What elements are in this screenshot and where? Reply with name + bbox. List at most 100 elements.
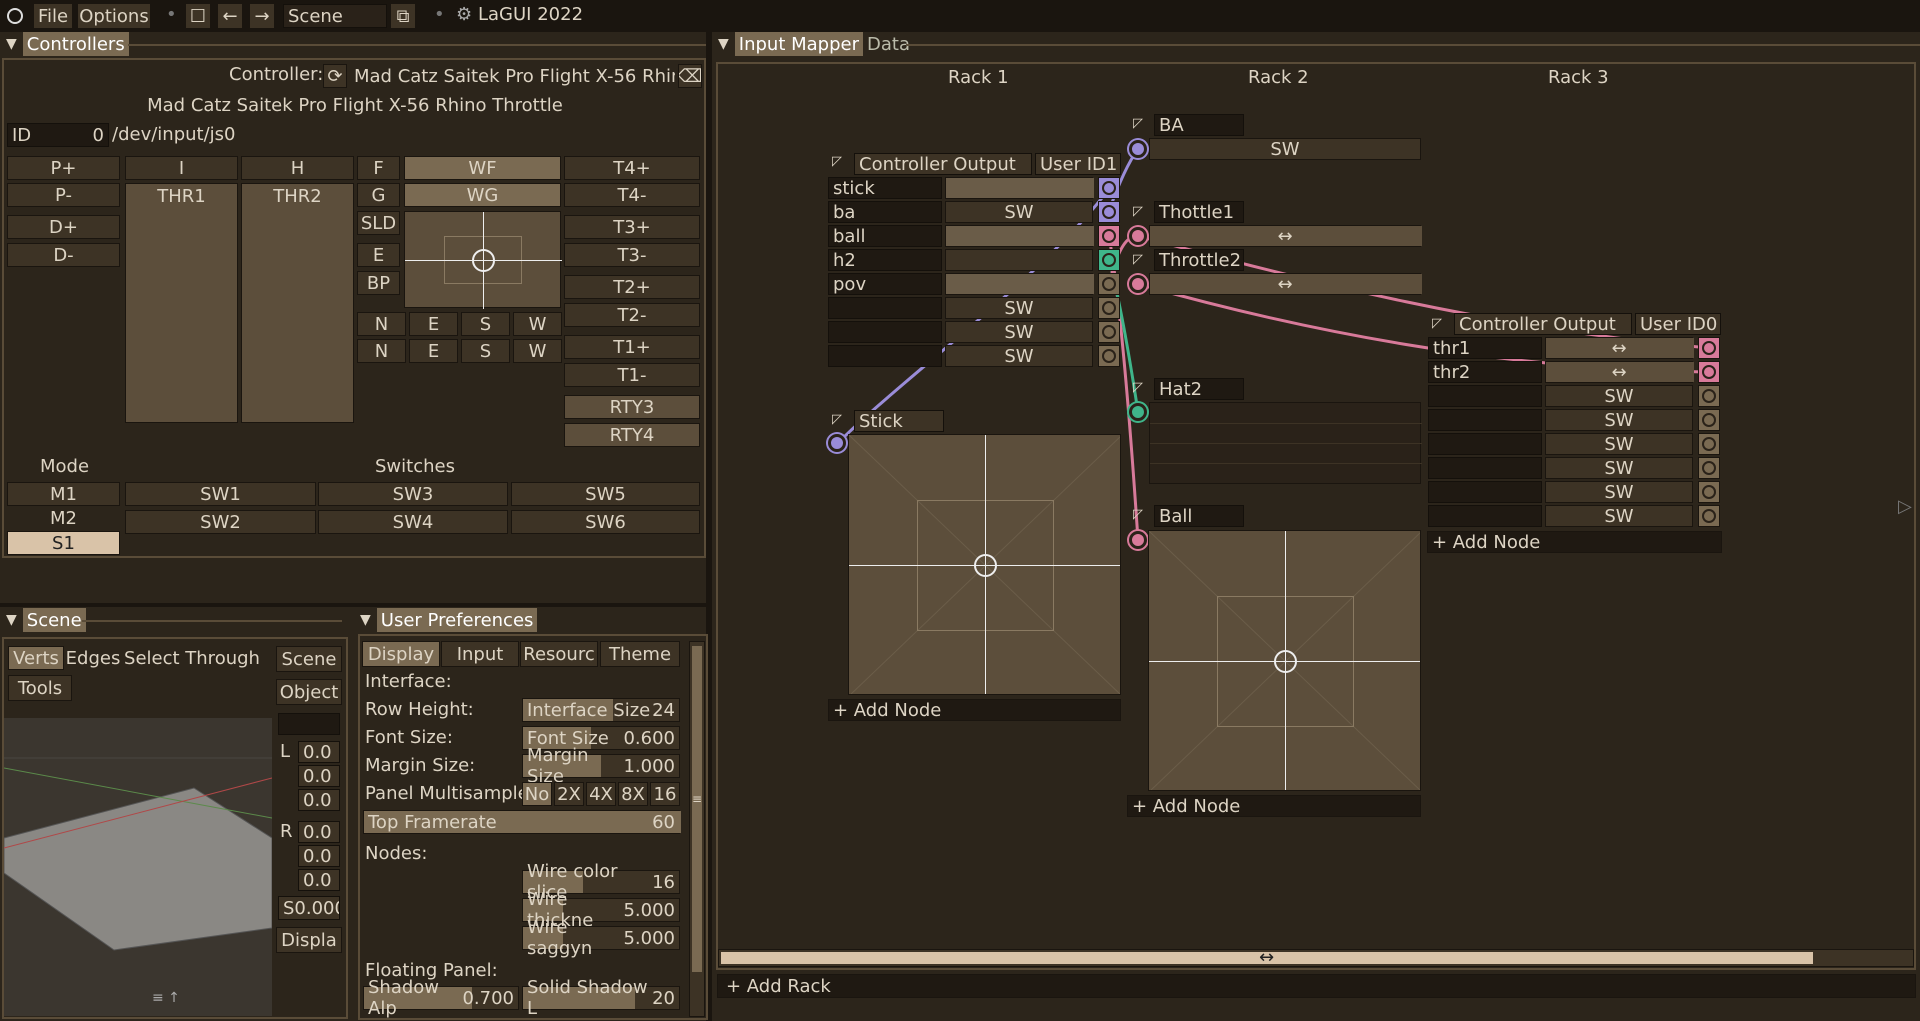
rack3-row-empty2[interactable] <box>1428 409 1542 431</box>
loc-y[interactable]: 0.0 <box>298 765 340 787</box>
sw6-button[interactable]: SW6 <box>511 510 700 534</box>
throttle2-input-socket[interactable] <box>1129 275 1147 293</box>
rot-y[interactable]: 0.0 <box>298 845 340 867</box>
hat1-e[interactable]: E <box>409 312 458 336</box>
socket-empty1-out[interactable] <box>1098 297 1120 319</box>
rack3-row-empty6[interactable] <box>1428 505 1542 527</box>
d-minus-button[interactable]: D- <box>7 243 120 267</box>
t3-plus-button[interactable]: T3+ <box>564 215 700 239</box>
rack1-row-empty2[interactable] <box>828 321 942 343</box>
hat2-e[interactable]: E <box>409 339 458 363</box>
ba-input-socket[interactable] <box>1129 140 1147 158</box>
collapse-node-icon[interactable]: ◸ <box>1133 204 1143 219</box>
multisample-8x[interactable]: 8X <box>618 782 648 806</box>
viewport-menu-icon[interactable]: ≡ ↑ <box>152 990 180 1006</box>
ball-input-socket[interactable] <box>1129 531 1147 549</box>
e-button[interactable]: E <box>357 243 400 267</box>
p-minus-button[interactable]: P- <box>7 183 120 207</box>
rty3-axis[interactable]: RTY3 <box>564 395 700 419</box>
socket-pov-out[interactable] <box>1098 273 1120 295</box>
mode-m2[interactable]: M2 <box>7 506 120 530</box>
socket-r3-empty4[interactable] <box>1698 457 1720 479</box>
t4-minus-button[interactable]: T4- <box>564 183 700 207</box>
tools-button[interactable]: Tools <box>8 675 72 701</box>
collapse-node-icon[interactable]: ◸ <box>1133 252 1143 267</box>
multisample-4x[interactable]: 4X <box>586 782 616 806</box>
collapse-arrow-icon[interactable]: ▼ <box>0 612 23 628</box>
wire-sagginess-slider[interactable]: Wire saggyn 5.000 <box>522 917 680 959</box>
display-button[interactable]: Displa <box>276 927 342 953</box>
rack1-row-empty3[interactable] <box>828 345 942 367</box>
collapse-node-icon[interactable]: ◸ <box>832 412 842 427</box>
verts-tab[interactable]: Verts <box>8 646 64 670</box>
hat2-w[interactable]: W <box>513 339 562 363</box>
t4-plus-button[interactable]: T4+ <box>564 156 700 180</box>
socket-stick-out[interactable] <box>1098 177 1120 199</box>
back-arrow-icon[interactable]: ← <box>217 3 243 29</box>
h-button[interactable]: H <box>241 156 354 180</box>
collapse-node-icon[interactable]: ◸ <box>1133 507 1143 522</box>
scene-selector[interactable]: Scene <box>283 4 387 28</box>
rack1-user-id[interactable]: User ID 1 <box>1035 153 1121 175</box>
hat1-s[interactable]: S <box>461 312 510 336</box>
multisample-no[interactable]: No <box>522 782 552 806</box>
sw5-button[interactable]: SW5 <box>511 482 700 506</box>
prefs-scroll-thumb[interactable] <box>692 646 702 972</box>
collapse-node-icon[interactable]: ◸ <box>1432 316 1442 331</box>
socket-r3-empty6[interactable] <box>1698 505 1720 527</box>
options-menu[interactable]: Options <box>77 3 151 29</box>
file-menu[interactable]: File <box>33 3 73 29</box>
collapse-arrow-icon[interactable]: ▼ <box>712 36 735 52</box>
rack1-row-stick[interactable]: stick <box>828 177 942 199</box>
stick-pad[interactable] <box>848 434 1121 695</box>
id-field[interactable]: ID 0 <box>7 123 109 147</box>
mode-m1[interactable]: M1 <box>7 482 120 506</box>
rack3-row-empty1[interactable] <box>1428 385 1542 407</box>
t2-plus-button[interactable]: T2+ <box>564 275 700 299</box>
mode-s1[interactable]: S1 <box>7 531 120 555</box>
solid-shadow-slider[interactable]: Solid Shadow L 20 <box>522 977 680 1019</box>
scroll-right-icon[interactable]: ▷ <box>1898 496 1912 517</box>
multisample-16[interactable]: 16 <box>650 782 680 806</box>
object-name-field[interactable] <box>278 713 340 735</box>
wg-button[interactable]: WG <box>404 183 561 207</box>
t2-minus-button[interactable]: T2- <box>564 303 700 327</box>
t3-minus-button[interactable]: T3- <box>564 243 700 267</box>
rot-z[interactable]: 0.0 <box>298 869 340 891</box>
mapper-hscrollbar[interactable]: ↔ <box>718 947 1914 968</box>
horizontal-splitter[interactable] <box>0 603 706 607</box>
t1-minus-button[interactable]: T1- <box>564 363 700 387</box>
resource-tab[interactable]: Resourc <box>520 641 598 667</box>
sw1-button[interactable]: SW1 <box>125 482 316 506</box>
rack3-add-node-button[interactable]: + Add Node <box>1427 531 1722 553</box>
window-icon[interactable]: ☐ <box>185 3 211 29</box>
socket-empty2-out[interactable] <box>1098 321 1120 343</box>
d-plus-button[interactable]: D+ <box>7 215 120 239</box>
input-mapper-tab[interactable]: Input Mapper <box>734 32 863 56</box>
thr2-axis[interactable]: THR2 <box>241 183 354 423</box>
f-button[interactable]: F <box>357 156 400 180</box>
forward-arrow-icon[interactable]: → <box>249 3 275 29</box>
socket-h2-out[interactable] <box>1098 249 1120 271</box>
app-menu-icon[interactable] <box>7 8 23 24</box>
viewport-3d[interactable]: ≡ ↑ <box>4 718 272 1016</box>
collapse-node-icon[interactable]: ◸ <box>1133 380 1143 395</box>
socket-r3-empty2[interactable] <box>1698 409 1720 431</box>
loc-x[interactable]: 0.0 <box>298 741 340 763</box>
thr1-axis[interactable]: THR1 <box>125 183 238 423</box>
hat2-s[interactable]: S <box>461 339 510 363</box>
collapse-node-icon[interactable]: ◸ <box>1133 116 1143 131</box>
rack2-add-node-button[interactable]: + Add Node <box>1127 795 1421 817</box>
loc-z[interactable]: 0.0 <box>298 789 340 811</box>
theme-tab[interactable]: Theme <box>600 641 680 667</box>
socket-ball-out[interactable] <box>1098 225 1120 247</box>
rack1-row-empty1[interactable] <box>828 297 942 319</box>
sw2-button[interactable]: SW2 <box>125 510 316 534</box>
margin-size-slider[interactable]: Margin Size 1.000 <box>522 745 680 787</box>
sw4-button[interactable]: SW4 <box>318 510 508 534</box>
socket-thr1-in[interactable] <box>1698 337 1720 359</box>
hat1-n[interactable]: N <box>357 312 406 336</box>
edges-tab[interactable]: Edges <box>64 646 122 670</box>
add-rack-button[interactable]: + Add Rack <box>717 974 1916 998</box>
shadow-alpha-slider[interactable]: Shadow Alp 0.700 <box>363 977 519 1019</box>
